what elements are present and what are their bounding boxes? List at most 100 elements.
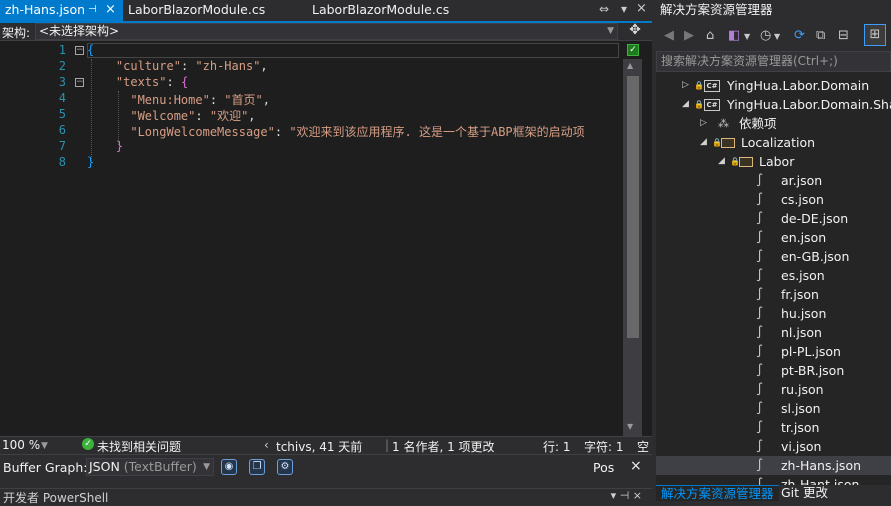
json-file-icon: ∫ (756, 173, 764, 187)
tree-file-item[interactable]: ∫ ar.json (656, 171, 891, 190)
json-file-icon: ∫ (756, 344, 764, 358)
copy-graph-icon[interactable]: ❐ (249, 459, 265, 475)
expanded-icon[interactable]: ◢ (700, 133, 707, 152)
close-all-icon[interactable]: × (636, 1, 647, 16)
dependencies-icon: ⁂ (718, 117, 729, 130)
tree-file-item[interactable]: ∫ pl-PL.json (656, 342, 891, 361)
sync-icon[interactable]: ⟳ (794, 28, 805, 43)
buffer-graph-label: Buffer Graph: (3, 460, 88, 475)
code-line[interactable]: "texts": { (87, 75, 188, 89)
close-icon[interactable]: × (630, 458, 642, 474)
editor-vertical-scrollbar[interactable]: ▲ ▼ (623, 59, 642, 436)
zoom-level[interactable]: 100 % (2, 438, 40, 452)
tree-node-project[interactable]: ◢ 🔒C# YingHua.Labor.Domain.Shared (656, 95, 891, 114)
chevron-down-icon[interactable]: ▼ (744, 32, 750, 41)
tree-file-item[interactable]: ∫ en-GB.json (656, 247, 891, 266)
git-blame-info[interactable]: tchivs, 41 天前 (276, 438, 362, 455)
expanded-icon[interactable]: ◢ (718, 152, 725, 171)
pin-tab-icon[interactable]: ⇔ (599, 2, 609, 16)
tree-file-item[interactable]: ∫ zh-Hans.json (656, 456, 891, 475)
pos-button[interactable]: Pos (593, 460, 614, 475)
authors-changes[interactable]: 1 名作者, 1 项更改 (392, 438, 495, 455)
split-editor-icon[interactable]: ✥ (628, 22, 642, 38)
tree-node-deps[interactable]: ▷ ⁂ 依赖项 (656, 114, 891, 133)
expanded-icon[interactable]: ◢ (682, 95, 689, 114)
tab-solution-explorer[interactable]: 解决方案资源管理器 (656, 485, 779, 501)
check-circle-icon: ✓ (82, 438, 94, 450)
collapsed-icon[interactable]: ▷ (700, 114, 707, 133)
document-tab-bar: zh-Hans.json ⊣ × LaborBlazorModule.cs La… (0, 0, 652, 21)
tree-node-folder[interactable]: ◢ 🔒 Localization (656, 133, 891, 152)
json-file-icon: ∫ (756, 268, 764, 282)
tree-file-item[interactable]: ∫ ru.json (656, 380, 891, 399)
zoom-chevron-icon[interactable]: ▼ (41, 441, 48, 451)
solution-search-input[interactable]: 搜索解决方案资源管理器(Ctrl+;) (656, 51, 891, 72)
chevron-down-icon: ▼ (203, 462, 210, 472)
tree-file-item[interactable]: ∫ cs.json (656, 190, 891, 209)
code-line[interactable]: "culture": "zh-Hans", (87, 59, 268, 73)
chevron-down-icon[interactable]: ▼ (774, 32, 780, 41)
json-file-icon: ∫ (756, 306, 764, 320)
tree-node-folder[interactable]: ◢ 🔒 Labor (656, 152, 891, 171)
tree-file-item[interactable]: ∫ nl.json (656, 323, 891, 342)
code-line[interactable]: { (87, 43, 94, 57)
schema-dropdown[interactable]: <未选择架构> ▼ (35, 23, 618, 40)
tab-laborblazormodule-2[interactable]: LaborBlazorModule.cs (307, 0, 482, 21)
tree-file-item[interactable]: ∫ en.json (656, 228, 891, 247)
tree-item-label: fr.json (781, 287, 819, 302)
no-errors-icon[interactable]: ✓ (627, 44, 639, 56)
tab-git-changes[interactable]: Git 更改 (777, 485, 832, 501)
code-token: : (180, 59, 196, 73)
code-token: "zh-Hans" (195, 59, 261, 73)
pending-changes-icon[interactable]: ⧉ (816, 28, 825, 43)
tree-item-label: ar.json (781, 173, 823, 188)
collapse-all-icon[interactable]: ⊟ (838, 28, 849, 43)
scrollbar-thumb[interactable] (627, 76, 639, 338)
pin-icon[interactable]: ⊣ (88, 0, 97, 20)
globe-icon[interactable]: ◉ (221, 459, 237, 475)
close-icon[interactable]: × (105, 0, 116, 20)
tree-file-item[interactable]: ∫ tr.json (656, 418, 891, 437)
panel-window-buttons[interactable]: ▾ ⊣ × (611, 489, 642, 502)
show-all-files-icon[interactable]: ⊞ (864, 24, 886, 46)
tree-file-item[interactable]: ∫ vi.json (656, 437, 891, 456)
tree-file-item[interactable]: ∫ de-DE.json (656, 209, 891, 228)
tree-item-label: pt-BR.json (781, 363, 845, 378)
tab-zh-hans-json[interactable]: zh-Hans.json ⊣ × (0, 0, 123, 21)
tree-node-project[interactable]: ▷ 🔒 C# YingHua.Labor.Domain (656, 76, 891, 95)
folder-open-icon (721, 138, 735, 148)
code-line[interactable]: "Menu:Home": "首页", (87, 91, 270, 108)
buffer-value: JSON (89, 459, 120, 474)
collapse-icon[interactable]: − (75, 46, 84, 55)
tree-file-item[interactable]: ∫ hu.json (656, 304, 891, 323)
tree-file-item[interactable]: ∫ pt-BR.json (656, 361, 891, 380)
tree-file-item[interactable]: ∫ fr.json (656, 285, 891, 304)
vs-switch-icon[interactable]: ◧ (728, 28, 740, 43)
code-line[interactable]: "Welcome": "欢迎", (87, 107, 255, 124)
tree-file-item[interactable]: ∫ zh-Hant.json (656, 475, 891, 485)
json-file-icon: ∫ (756, 420, 764, 434)
tree-file-item[interactable]: ∫ sl.json (656, 399, 891, 418)
scroll-up-icon[interactable]: ▲ (627, 61, 633, 70)
collapsed-icon[interactable]: ▷ (682, 76, 689, 95)
code-token: "culture" (115, 59, 181, 73)
hscroll-left-icon[interactable]: ‹ (264, 438, 269, 452)
search-placeholder: 搜索解决方案资源管理器(Ctrl+;) (661, 54, 838, 68)
history-icon[interactable]: ◷ (760, 28, 771, 43)
back-icon[interactable]: ◀ (664, 28, 674, 43)
csharp-project-icon: C# (704, 80, 720, 92)
home-icon[interactable]: ⌂ (706, 28, 714, 43)
scroll-down-icon[interactable]: ▼ (627, 422, 633, 431)
tree-file-item[interactable]: ∫ es.json (656, 266, 891, 285)
indent-guide (91, 59, 92, 161)
settings-graph-icon[interactable]: ⚙ (277, 459, 293, 475)
forward-icon[interactable]: ▶ (684, 28, 694, 43)
tree-item-label: en.json (781, 230, 827, 245)
collapse-icon[interactable]: − (75, 78, 84, 87)
issues-status[interactable]: 未找到相关问题 (97, 438, 181, 455)
buffer-graph-dropdown[interactable]: JSON (TextBuffer) ▼ (86, 458, 214, 476)
tab-dropdown-icon[interactable]: ▾ (621, 2, 627, 16)
tab-laborblazormodule-1[interactable]: LaborBlazorModule.cs (123, 0, 298, 21)
navigation-bar: 架构: <未选择架构> ▼ (0, 23, 652, 41)
code-line[interactable]: "LongWelcomeMessage": "欢迎来到该应用程序. 这是一个基于… (87, 123, 584, 140)
